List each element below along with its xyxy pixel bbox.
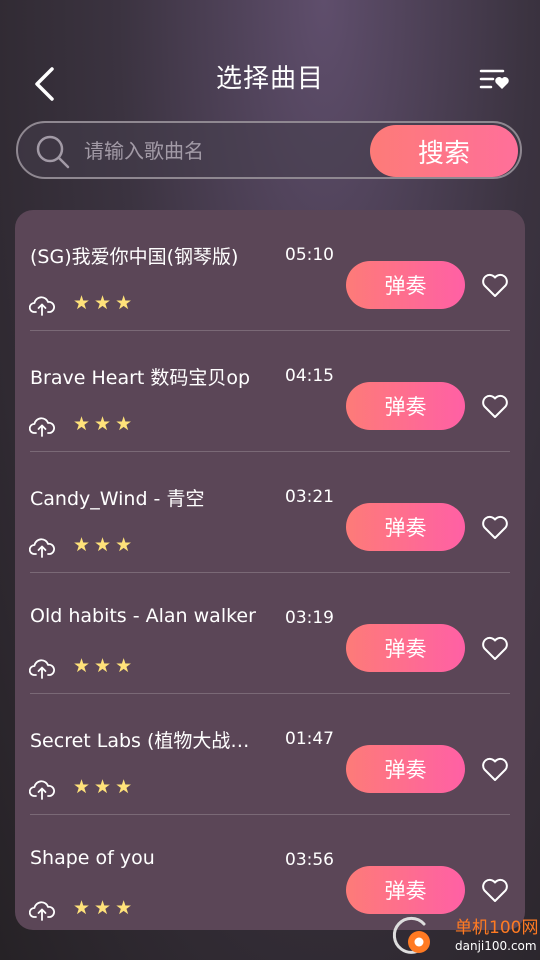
cloud-upload-icon[interactable]: [29, 294, 55, 316]
watermark-logo-icon: [392, 916, 430, 954]
song-row: Candy_Wind - 青空 03:21 ★ ★ ★ 弹奏: [15, 452, 525, 573]
star-icon: ★: [115, 655, 133, 677]
heart-icon[interactable]: [481, 877, 509, 903]
difficulty-stars: ★ ★ ★: [73, 292, 132, 314]
star-icon: ★: [94, 776, 112, 798]
play-button[interactable]: 弹奏: [346, 261, 465, 309]
page-title: 选择曲目: [215, 64, 324, 94]
star-icon: ★: [115, 292, 133, 314]
search-bar: 搜索: [16, 121, 522, 179]
search-button[interactable]: 搜索: [370, 125, 518, 177]
difficulty-stars: ★ ★ ★: [73, 655, 132, 677]
difficulty-stars: ★ ★ ★: [73, 776, 132, 798]
heart-icon[interactable]: [481, 393, 509, 419]
star-icon: ★: [94, 897, 112, 919]
song-duration: 04:15: [285, 366, 334, 386]
star-icon: ★: [115, 776, 133, 798]
search-input[interactable]: [82, 131, 366, 171]
watermark-text: 单机100网: [455, 918, 539, 938]
song-name: Candy_Wind - 青空: [30, 488, 205, 510]
cloud-upload-icon[interactable]: [29, 899, 55, 921]
star-icon: ★: [115, 897, 133, 919]
song-duration: 03:19: [285, 608, 334, 628]
heart-icon[interactable]: [481, 514, 509, 540]
cloud-upload-icon[interactable]: [29, 657, 55, 679]
heart-icon[interactable]: [481, 272, 509, 298]
star-icon: ★: [94, 534, 112, 556]
song-duration: 01:47: [285, 729, 334, 749]
star-icon: ★: [73, 897, 91, 919]
star-icon: ★: [73, 413, 91, 435]
heart-icon[interactable]: [481, 756, 509, 782]
difficulty-stars: ★ ★ ★: [73, 534, 132, 556]
song-row: Secret Labs (植物大战… 01:47 ★ ★ ★ 弹奏: [15, 694, 525, 815]
star-icon: ★: [73, 776, 91, 798]
song-row: Old habits - Alan walker 03:19 ★ ★ ★ 弹奏: [15, 573, 525, 694]
song-name: Brave Heart 数码宝贝op: [30, 367, 251, 389]
cloud-upload-icon[interactable]: [29, 778, 55, 800]
star-icon: ★: [94, 413, 112, 435]
cloud-upload-icon[interactable]: [29, 415, 55, 437]
song-list: (SG)我爱你中国(钢琴版) 05:10 ★ ★ ★ 弹奏 Brave Hear…: [15, 210, 525, 930]
difficulty-stars: ★ ★ ★: [73, 897, 132, 919]
star-icon: ★: [73, 534, 91, 556]
playlist-heart-icon: [479, 69, 509, 89]
song-name: Secret Labs (植物大战…: [30, 730, 250, 752]
star-icon: ★: [73, 292, 91, 314]
song-duration: 03:21: [285, 487, 334, 507]
song-name: Shape of you: [30, 847, 155, 869]
song-name: (SG)我爱你中国(钢琴版): [30, 246, 239, 268]
play-button[interactable]: 弹奏: [346, 382, 465, 430]
difficulty-stars: ★ ★ ★: [73, 413, 132, 435]
song-name: Old habits - Alan walker: [30, 605, 256, 627]
song-row: Brave Heart 数码宝贝op 04:15 ★ ★ ★ 弹奏: [15, 331, 525, 452]
cloud-upload-icon[interactable]: [29, 536, 55, 558]
song-duration: 03:56: [285, 850, 334, 870]
song-duration: 05:10: [285, 245, 334, 265]
watermark-domain: danji100.com: [455, 939, 537, 953]
star-icon: ★: [94, 292, 112, 314]
play-button[interactable]: 弹奏: [346, 866, 465, 914]
song-row: (SG)我爱你中国(钢琴版) 05:10 ★ ★ ★ 弹奏: [15, 210, 525, 331]
heart-icon[interactable]: [481, 635, 509, 661]
play-button[interactable]: 弹奏: [346, 624, 465, 672]
play-button[interactable]: 弹奏: [346, 503, 465, 551]
star-icon: ★: [115, 534, 133, 556]
play-button[interactable]: 弹奏: [346, 745, 465, 793]
watermark: 单机100网 danji100.com: [385, 912, 540, 960]
star-icon: ★: [73, 655, 91, 677]
header: 选择曲目: [0, 0, 540, 110]
star-icon: ★: [94, 655, 112, 677]
playlist-button[interactable]: [474, 62, 516, 96]
star-icon: ★: [115, 413, 133, 435]
search-icon: [36, 135, 70, 169]
